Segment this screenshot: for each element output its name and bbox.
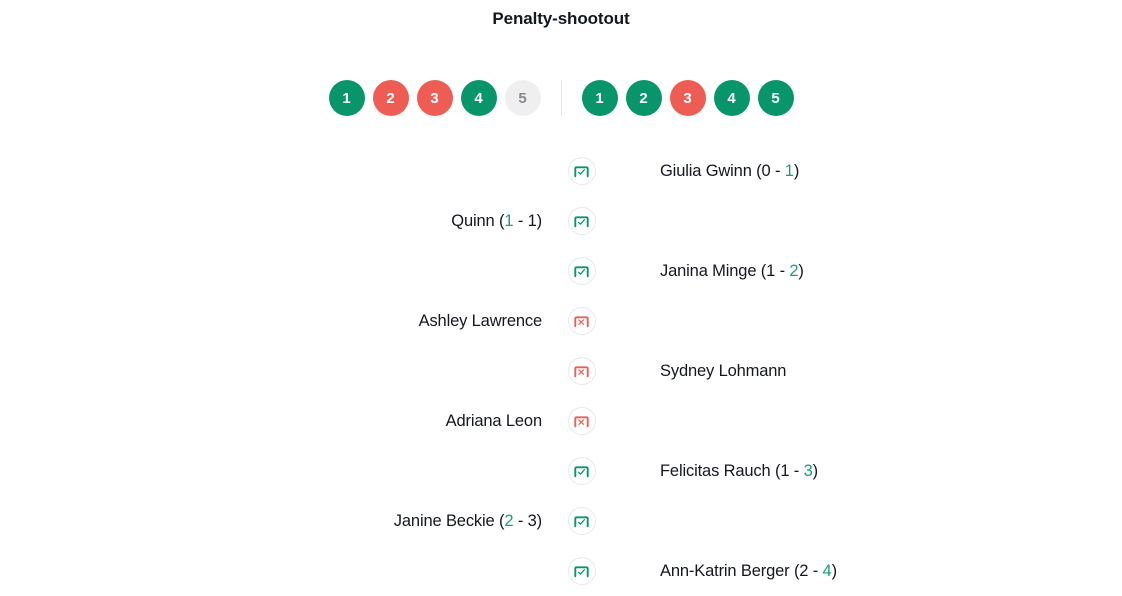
event-icon-cell	[542, 507, 621, 535]
penalty-event-row: Quinn (1 - 1)	[0, 196, 1122, 246]
goal-scored-icon	[567, 257, 596, 285]
penalty-event-row: Giulia Gwinn (0 - 1)	[0, 146, 1122, 196]
penalty-event-row: Janina Minge (1 - 2)	[0, 246, 1122, 296]
penalty-event-row: Adriana Leon	[0, 396, 1122, 446]
event-icon-cell	[542, 557, 621, 585]
penalty-badge-right_team-3: 3	[669, 80, 706, 116]
penalty-missed-icon	[567, 407, 596, 435]
left-team-badge-group: 12345	[328, 80, 561, 116]
event-label-left: Quinn (1 - 1)	[451, 212, 542, 230]
event-icon-cell	[542, 457, 621, 485]
penalty-event-row: Sydney Lohmann	[0, 346, 1122, 396]
event-icon-cell	[542, 157, 621, 185]
event-icon-cell	[542, 307, 621, 335]
event-label-right: Felicitas Rauch (1 - 3)	[660, 462, 818, 480]
event-icon-cell	[542, 357, 621, 385]
penalty-badge-right_team-2: 2	[625, 80, 662, 116]
event-label-left: Ashley Lawrence	[418, 312, 543, 330]
penalty-missed-icon	[567, 357, 596, 385]
penalty-missed-icon	[567, 307, 596, 335]
penalty-event-row: Janine Beckie (2 - 3)	[0, 496, 1122, 546]
penalty-event-list: Giulia Gwinn (0 - 1) Quinn (1 - 1) Janina …	[0, 146, 1122, 596]
event-label-right: Ann-Katrin Berger (2 - 4)	[660, 562, 837, 580]
event-label-right: Sydney Lohmann	[660, 362, 787, 380]
event-label-left: Adriana Leon	[445, 412, 543, 430]
penalty-event-row: Ann-Katrin Berger (2 - 4)	[0, 546, 1122, 596]
goal-scored-icon	[567, 557, 596, 585]
penalty-badge-left_team-2: 2	[372, 80, 409, 116]
event-icon-cell	[542, 257, 621, 285]
penalty-badge-left_team-4: 4	[460, 80, 497, 116]
penalty-badge-left_team-3: 3	[416, 80, 453, 116]
goal-scored-icon	[567, 457, 596, 485]
goal-scored-icon	[567, 157, 596, 185]
penalty-badge-right_team-5: 5	[757, 80, 794, 116]
event-icon-cell	[542, 407, 621, 435]
penalty-event-row: Felicitas Rauch (1 - 3)	[0, 446, 1122, 496]
penalty-badge-left_team-5: 5	[504, 80, 541, 116]
event-label-right: Janina Minge (1 - 2)	[660, 262, 804, 280]
goal-scored-icon	[567, 207, 596, 235]
page-title: Penalty-shootout	[492, 9, 630, 28]
event-label-left: Janine Beckie (2 - 3)	[393, 512, 542, 530]
penalty-badge-left_team-1: 1	[328, 80, 365, 116]
event-icon-cell	[542, 207, 621, 235]
event-label-right: Giulia Gwinn (0 - 1)	[660, 162, 800, 180]
penalty-badge-right_team-4: 4	[713, 80, 750, 116]
right-team-badge-group: 12345	[562, 80, 794, 116]
shootout-badge-strip: 12345 12345	[0, 79, 1122, 117]
penalty-badge-right_team-1: 1	[581, 80, 618, 116]
goal-scored-icon	[567, 507, 596, 535]
penalty-event-row: Ashley Lawrence	[0, 296, 1122, 346]
